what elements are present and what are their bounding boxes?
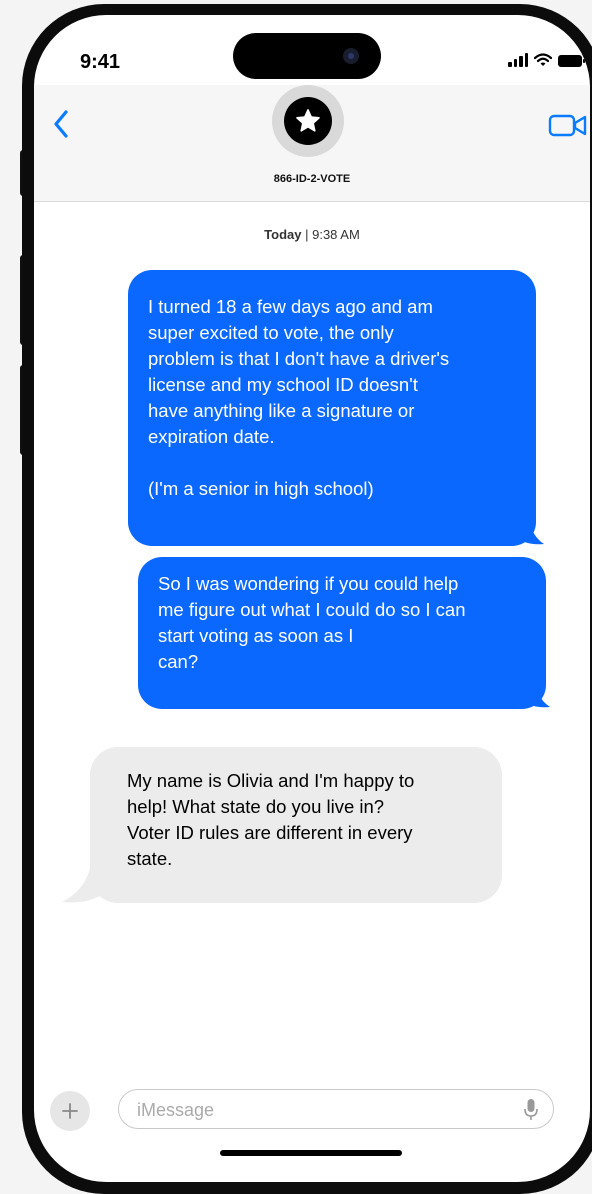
timestamp-day: Today <box>264 227 302 242</box>
incoming-message[interactable]: My name is Olivia and I'm happy to help!… <box>62 747 502 903</box>
plus-button[interactable] <box>50 1091 90 1131</box>
message-text: So I was wondering if you could help me … <box>158 573 466 672</box>
bubble-tail <box>512 506 544 545</box>
contact-name[interactable]: 866-ID-2-VOTE <box>34 173 590 185</box>
conversation-header: 866-ID-2-VOTE <box>34 85 590 202</box>
bubble-tail <box>518 669 550 708</box>
back-chevron-icon[interactable] <box>52 109 70 139</box>
signal-icon <box>508 53 528 67</box>
status-time: 9:41 <box>80 51 121 73</box>
microphone-icon[interactable] <box>523 1098 539 1122</box>
message-text: My name is Olivia and I'm happy to help!… <box>127 770 415 869</box>
front-camera <box>343 48 359 64</box>
plus-icon <box>62 1103 78 1119</box>
avatar-circle <box>284 97 332 145</box>
contact-avatar[interactable] <box>272 85 344 157</box>
message-text: I turned 18 a few days ago and am super … <box>148 296 450 499</box>
outgoing-message[interactable]: I turned 18 a few days ago and am super … <box>128 270 544 546</box>
wifi-icon <box>534 53 552 66</box>
outgoing-message[interactable]: So I was wondering if you could help me … <box>138 557 550 709</box>
dynamic-island <box>233 33 381 79</box>
imessage-placeholder: iMessage <box>137 1100 215 1120</box>
conversation-timestamp: Today | 9:38 AM <box>34 227 590 242</box>
phone-frame: 9:41 866-ID-2-VOTE Today | 9:38 AM I tur… <box>22 4 592 1194</box>
star-icon <box>296 109 320 132</box>
battery-icon <box>558 55 585 67</box>
imessage-input[interactable]: iMessage <box>118 1089 554 1129</box>
compose-bar: iMessage <box>34 1085 590 1145</box>
status-icons <box>508 53 585 67</box>
screen: 9:41 866-ID-2-VOTE Today | 9:38 AM I tur… <box>34 15 590 1182</box>
status-bar: 9:41 <box>34 15 590 85</box>
home-indicator[interactable] <box>220 1150 402 1156</box>
timestamp-time: | 9:38 AM <box>305 227 360 242</box>
video-camera-icon[interactable] <box>548 113 590 139</box>
